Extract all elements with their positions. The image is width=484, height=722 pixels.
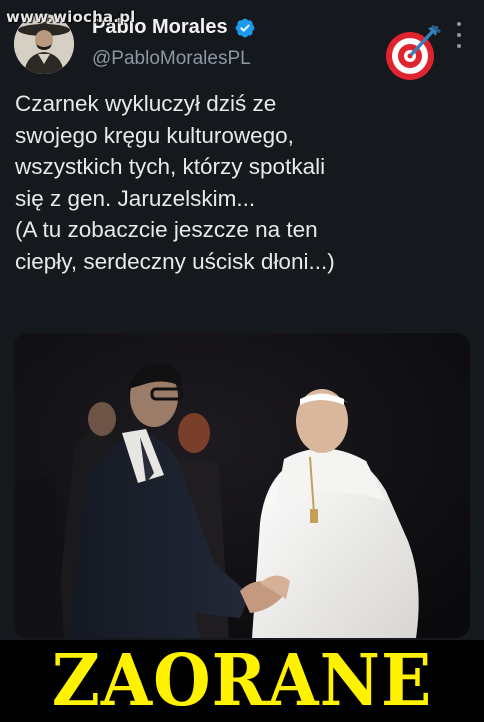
caption-banner: ZAORANE [0, 637, 484, 722]
banner-text: ZAORANE [51, 637, 433, 722]
bullseye-dart-icon [386, 24, 441, 80]
watermark: www.wiocha.pl [6, 8, 136, 26]
verified-badge-icon [235, 18, 255, 37]
tweet-photo[interactable] [14, 333, 470, 638]
tweet-card: www.wiocha.pl Pablo Morales @PabloMorale… [0, 0, 484, 640]
tweet-text: Czarnek wykluczył dziś ze swojego kręgu … [15, 91, 335, 274]
author-handle[interactable]: @PabloMoralesPL [92, 48, 251, 70]
more-options-icon[interactable] [452, 22, 466, 48]
